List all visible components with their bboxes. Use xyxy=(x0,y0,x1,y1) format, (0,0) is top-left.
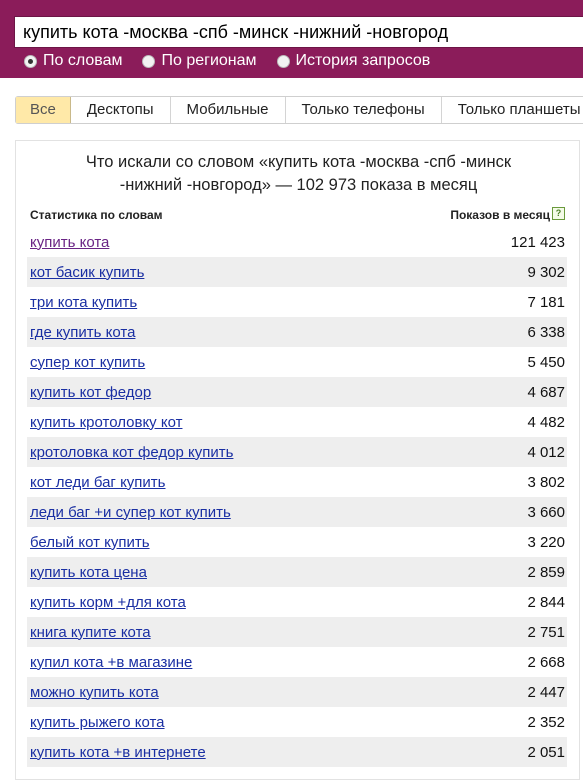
radio-label: История запросов xyxy=(295,52,431,69)
phrase-link[interactable]: купить корм +для кота xyxy=(30,594,186,611)
radio-dot xyxy=(142,54,156,68)
impressions-count: 5 450 xyxy=(527,353,565,371)
phrase-link[interactable]: купить кротоловку кот xyxy=(30,414,182,431)
phrase-link[interactable]: купить рыжего кота xyxy=(30,714,165,731)
table-row: купить кротоловку кот 4 482 xyxy=(27,407,567,437)
table-row: три кота купить 7 181 xyxy=(27,287,567,317)
table-row: купить корм +для кота 2 844 xyxy=(27,587,567,617)
impressions-count: 7 181 xyxy=(527,293,565,311)
impressions-count: 3 220 xyxy=(527,533,565,551)
search-mode-group: По словам По регионам История запросов xyxy=(24,51,450,71)
impressions-count: 4 482 xyxy=(527,413,565,431)
phrase-link[interactable]: купил кота +в магазине xyxy=(30,654,192,671)
phrase-link[interactable]: купить кот федор xyxy=(30,384,151,401)
search-input[interactable] xyxy=(15,17,583,47)
impressions-count: 2 859 xyxy=(527,563,565,581)
tab-mobile[interactable]: Мобильные xyxy=(171,97,286,123)
stats-title: Что искали со словом «купить кота -москв… xyxy=(16,151,581,197)
table-row: можно купить кота 2 447 xyxy=(27,677,567,707)
radio-dot-checked xyxy=(24,54,37,68)
impressions-count: 2 051 xyxy=(527,743,565,761)
radio-by-regions[interactable]: По регионам xyxy=(142,52,257,70)
search-box xyxy=(14,16,583,48)
radio-dot xyxy=(276,54,290,68)
stats-title-line: Что искали со словом «купить кота -москв… xyxy=(85,153,512,171)
impressions-count: 3 802 xyxy=(527,473,565,491)
impressions-count: 3 660 xyxy=(527,503,565,521)
phrase-link[interactable]: купить кота xyxy=(30,234,109,251)
impressions-count: 2 668 xyxy=(527,653,565,671)
stats-card: Что искали со словом «купить кота -москв… xyxy=(15,140,580,780)
help-icon[interactable]: ? xyxy=(552,207,565,220)
table-row: купить кота +в интернете 2 051 xyxy=(27,737,567,767)
radio-label: По словам xyxy=(43,52,123,69)
stats-title-line: -нижний -новгород» — 102 973 показа в ме… xyxy=(119,176,478,194)
impressions-count: 9 302 xyxy=(527,263,565,281)
phrase-link[interactable]: кот леди баг купить xyxy=(30,474,166,491)
radio-query-history[interactable]: История запросов xyxy=(276,52,431,70)
table-row: купить рыжего кота 2 352 xyxy=(27,707,567,737)
table-header: Статистика по словам Показов в месяц ? xyxy=(27,205,567,227)
table-row: кот леди баг купить 3 802 xyxy=(27,467,567,497)
radio-by-words[interactable]: По словам xyxy=(24,52,122,70)
phrase-link[interactable]: кот басик купить xyxy=(30,264,144,281)
table-row: леди баг +и супер кот купить 3 660 xyxy=(27,497,567,527)
impressions-count: 4 012 xyxy=(527,443,565,461)
phrase-link[interactable]: кротоловка кот федор купить xyxy=(30,444,233,461)
impressions-count: 121 423 xyxy=(510,233,565,251)
impressions-count: 6 338 xyxy=(527,323,565,341)
impressions-count: 2 844 xyxy=(527,593,565,611)
phrase-link[interactable]: можно купить кота xyxy=(30,684,159,701)
table-row: супер кот купить 5 450 xyxy=(27,347,567,377)
column-header-phrase: Статистика по словам xyxy=(30,208,163,222)
table-row: белый кот купить 3 220 xyxy=(27,527,567,557)
phrase-link[interactable]: леди баг +и супер кот купить xyxy=(30,504,231,521)
phrase-link[interactable]: белый кот купить xyxy=(30,534,150,551)
table-row: купил кота +в магазине 2 668 xyxy=(27,647,567,677)
table-row: кротоловка кот федор купить 4 012 xyxy=(27,437,567,467)
search-panel: По словам По регионам История запросов xyxy=(0,0,583,78)
phrase-link[interactable]: книга купите кота xyxy=(30,624,151,641)
table-row: купить кота цена 2 859 xyxy=(27,557,567,587)
table-row: кот басик купить 9 302 xyxy=(27,257,567,287)
phrase-link[interactable]: где купить кота xyxy=(30,324,135,341)
table-row: купить кота 121 423 xyxy=(27,227,567,257)
impressions-count: 2 352 xyxy=(527,713,565,731)
impressions-count: 2 751 xyxy=(527,623,565,641)
table-row: книга купите кота 2 751 xyxy=(27,617,567,647)
phrase-link[interactable]: супер кот купить xyxy=(30,354,145,371)
phrase-link[interactable]: купить кота +в интернете xyxy=(30,744,206,761)
table-row: купить кот федор 4 687 xyxy=(27,377,567,407)
tab-phones-only[interactable]: Только телефоны xyxy=(286,97,442,123)
impressions-count: 2 447 xyxy=(527,683,565,701)
table-row: где купить кота 6 338 xyxy=(27,317,567,347)
device-tabs: Все Десктопы Мобильные Только телефоны Т… xyxy=(15,96,583,124)
phrase-link[interactable]: три кота купить xyxy=(30,294,137,311)
phrase-link[interactable]: купить кота цена xyxy=(30,564,147,581)
column-header-count: Показов в месяц xyxy=(450,208,550,222)
tab-all[interactable]: Все xyxy=(16,97,71,123)
stats-table-body: купить кота 121 423 кот басик купить 9 302 т… xyxy=(27,227,567,767)
impressions-count: 4 687 xyxy=(527,383,565,401)
radio-label: По регионам xyxy=(161,52,257,69)
tab-desktops[interactable]: Десктопы xyxy=(71,97,171,123)
tab-tablets-only[interactable]: Только планшеты xyxy=(442,97,583,123)
